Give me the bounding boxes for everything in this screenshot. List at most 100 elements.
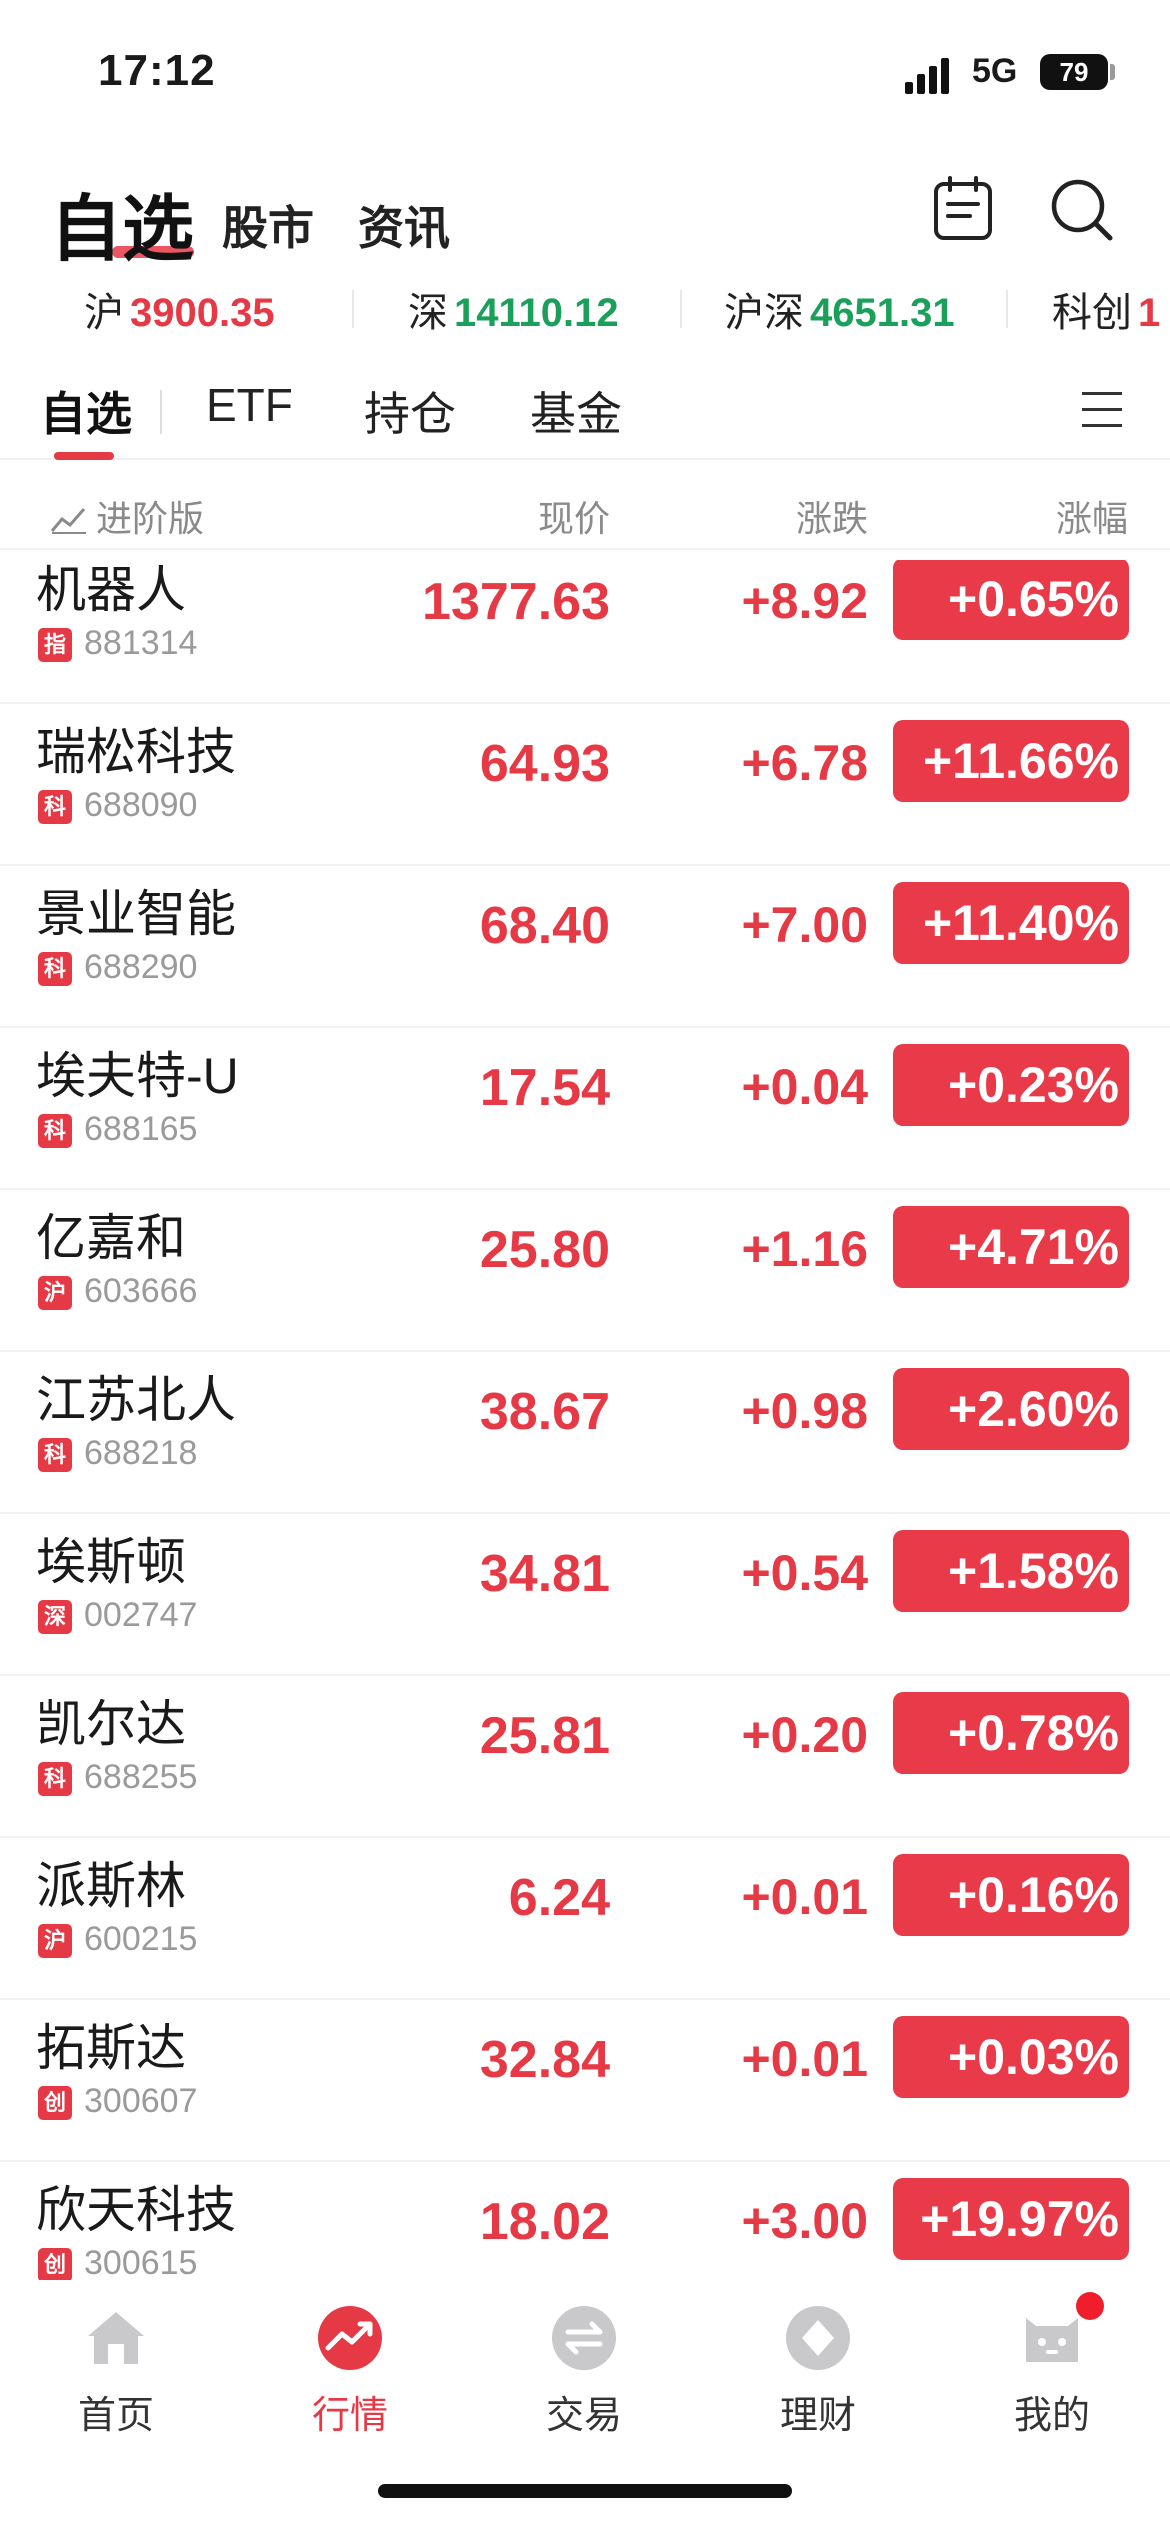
stock-pct-change[interactable]: +11.66%: [893, 720, 1129, 802]
tab-indicator: [54, 452, 114, 460]
stock-name: 埃夫特-U: [36, 1048, 239, 1104]
stock-row[interactable]: 亿嘉和沪 603666 25.80 +1.16 +4.71%: [0, 1190, 1170, 1352]
stock-row[interactable]: 派斯林沪 600215 6.24 +0.01 +0.16%: [0, 1838, 1170, 2000]
tab-holdings[interactable]: 持仓: [364, 378, 456, 444]
notification-dot: [1076, 2292, 1104, 2320]
stock-price: 68.40: [479, 897, 610, 955]
stock-pct-change[interactable]: +19.97%: [893, 2178, 1129, 2260]
signal-icon: [905, 58, 951, 94]
stock-code: 688090: [84, 786, 198, 824]
index-star[interactable]: 科创 1: [1052, 280, 1160, 338]
index-sz[interactable]: 深 14110.12: [408, 280, 619, 338]
index-hs300[interactable]: 沪深 4651.31: [724, 280, 955, 338]
stock-row[interactable]: 瑞松科技科 688090 64.93 +6.78 +11.66%: [0, 704, 1170, 866]
bottom-tab-market[interactable]: 行情: [280, 2294, 420, 2454]
tab-separator: [160, 390, 162, 434]
stock-code: 600215: [84, 1920, 198, 1958]
tab-funds[interactable]: 基金: [530, 378, 622, 444]
stock-change: +1.16: [741, 1221, 868, 1277]
stock-change: +0.98: [741, 1383, 868, 1439]
stock-change: +0.20: [741, 1707, 868, 1763]
stock-price: 17.54: [479, 1059, 610, 1117]
battery-tip: [1110, 64, 1115, 80]
index-sh[interactable]: 沪 3900.35: [84, 280, 275, 338]
stock-price: 25.80: [479, 1221, 610, 1279]
stock-pct-change[interactable]: +0.78%: [893, 1692, 1129, 1774]
status-time: 17:12: [98, 46, 216, 95]
menu-icon[interactable]: [1082, 388, 1122, 432]
stock-name: 派斯林: [36, 1858, 186, 1914]
stock-pct-change[interactable]: +0.03%: [893, 2016, 1129, 2098]
market-badge: 科: [38, 790, 72, 824]
column-price[interactable]: 现价: [538, 490, 610, 542]
column-change[interactable]: 涨跌: [796, 490, 868, 542]
stock-code: 688218: [84, 1434, 198, 1472]
stock-name: 江苏北人: [36, 1372, 236, 1428]
nav-tab-news[interactable]: 资讯: [358, 192, 450, 258]
battery-icon: 79: [1040, 54, 1108, 90]
market-badge: 科: [38, 952, 72, 986]
stock-list[interactable]: 机器人指 881314 1377.63 +8.92 +0.65% 瑞松科技科 688090 6…: [0, 560, 1170, 2280]
market-badge: 创: [38, 2086, 72, 2120]
stock-pct-change[interactable]: +0.16%: [893, 1854, 1129, 1936]
stock-pct-change[interactable]: +2.60%: [893, 1368, 1129, 1450]
stock-row[interactable]: 埃斯顿深 002747 34.81 +0.54 +1.58%: [0, 1514, 1170, 1676]
stock-code: 002747: [84, 1596, 198, 1634]
stock-name: 机器人: [36, 562, 186, 618]
wealth-icon: [786, 2306, 850, 2370]
stock-pct-change[interactable]: +11.40%: [893, 882, 1129, 964]
stock-change: +6.78: [741, 735, 868, 791]
stock-code: 300607: [84, 2082, 198, 2120]
bottom-tab-profile[interactable]: 我的: [982, 2294, 1122, 2454]
stock-row[interactable]: 拓斯达创 300607 32.84 +0.01 +0.03%: [0, 2000, 1170, 2162]
nav-tab-watchlist[interactable]: 自选: [50, 170, 194, 275]
search-icon[interactable]: [1046, 174, 1116, 244]
stock-row[interactable]: 凯尔达科 688255 25.81 +0.20 +0.78%: [0, 1676, 1170, 1838]
app-screen: 17:12 5G 79 自选 股市 资讯 沪 3900.35 深 14110.1…: [0, 0, 1170, 2532]
market-badge: 创: [38, 2248, 72, 2280]
stock-price: 18.02: [479, 2193, 610, 2251]
index-ticker: 沪 3900.35 深 14110.12 沪深 4651.31 科创 1: [0, 280, 1170, 340]
stock-row[interactable]: 景业智能科 688290 68.40 +7.00 +11.40%: [0, 866, 1170, 1028]
market-badge: 深: [38, 1600, 72, 1634]
stock-code: 300615: [84, 2244, 198, 2280]
home-indicator: [378, 2484, 792, 2498]
stock-change: +0.04: [741, 1059, 868, 1115]
advanced-version-toggle[interactable]: 进阶版: [50, 490, 204, 542]
top-nav: 自选 股市 资讯: [0, 170, 1170, 271]
bottom-tab-home[interactable]: 首页: [46, 2294, 186, 2454]
nav-tab-stock-market[interactable]: 股市: [222, 192, 314, 258]
stock-pct-change[interactable]: +0.23%: [893, 1044, 1129, 1126]
status-bar: 17:12 5G 79: [0, 0, 1170, 150]
bottom-tab-wealth[interactable]: 理财: [748, 2294, 888, 2454]
market-badge: 科: [38, 1438, 72, 1472]
market-badge: 沪: [38, 1276, 72, 1310]
home-icon: [88, 2312, 144, 2364]
stock-pct-change[interactable]: +1.58%: [893, 1530, 1129, 1612]
stock-row[interactable]: 机器人指 881314 1377.63 +8.92 +0.65%: [0, 560, 1170, 704]
stock-code: 688255: [84, 1758, 198, 1796]
market-badge: 指: [38, 628, 72, 662]
stock-row[interactable]: 埃夫特-U 科 688165 17.54 +0.04 +0.23%: [0, 1028, 1170, 1190]
index-divider: [352, 290, 354, 328]
column-pct[interactable]: 涨幅: [1056, 490, 1128, 542]
stock-price: 34.81: [479, 1545, 610, 1603]
stock-price: 6.24: [508, 1869, 610, 1927]
calendar-notes-icon[interactable]: [928, 174, 998, 244]
stock-row[interactable]: 欣天科技创 300615 18.02 +3.00 +19.97%: [0, 2162, 1170, 2280]
bottom-tab-trade[interactable]: 交易: [514, 2294, 654, 2454]
column-header: 进阶版 现价 涨跌 涨幅: [0, 480, 1170, 550]
stock-row[interactable]: 江苏北人科 688218 38.67 +0.98 +2.60%: [0, 1352, 1170, 1514]
stock-pct-change[interactable]: +0.65%: [893, 560, 1129, 640]
stock-change: +0.54: [741, 1545, 868, 1601]
tab-etf[interactable]: ETF: [206, 378, 293, 432]
market-badge: 科: [38, 1762, 72, 1796]
stock-pct-change[interactable]: +4.71%: [893, 1206, 1129, 1288]
tab-watchlist[interactable]: 自选: [40, 378, 132, 444]
stock-code: 688290: [84, 948, 198, 986]
market-trend-icon: [318, 2306, 382, 2370]
chart-line-icon: [50, 508, 86, 534]
stock-price: 64.93: [479, 735, 610, 793]
stock-name: 拓斯达: [36, 2020, 186, 2076]
network-type: 5G: [972, 52, 1018, 90]
